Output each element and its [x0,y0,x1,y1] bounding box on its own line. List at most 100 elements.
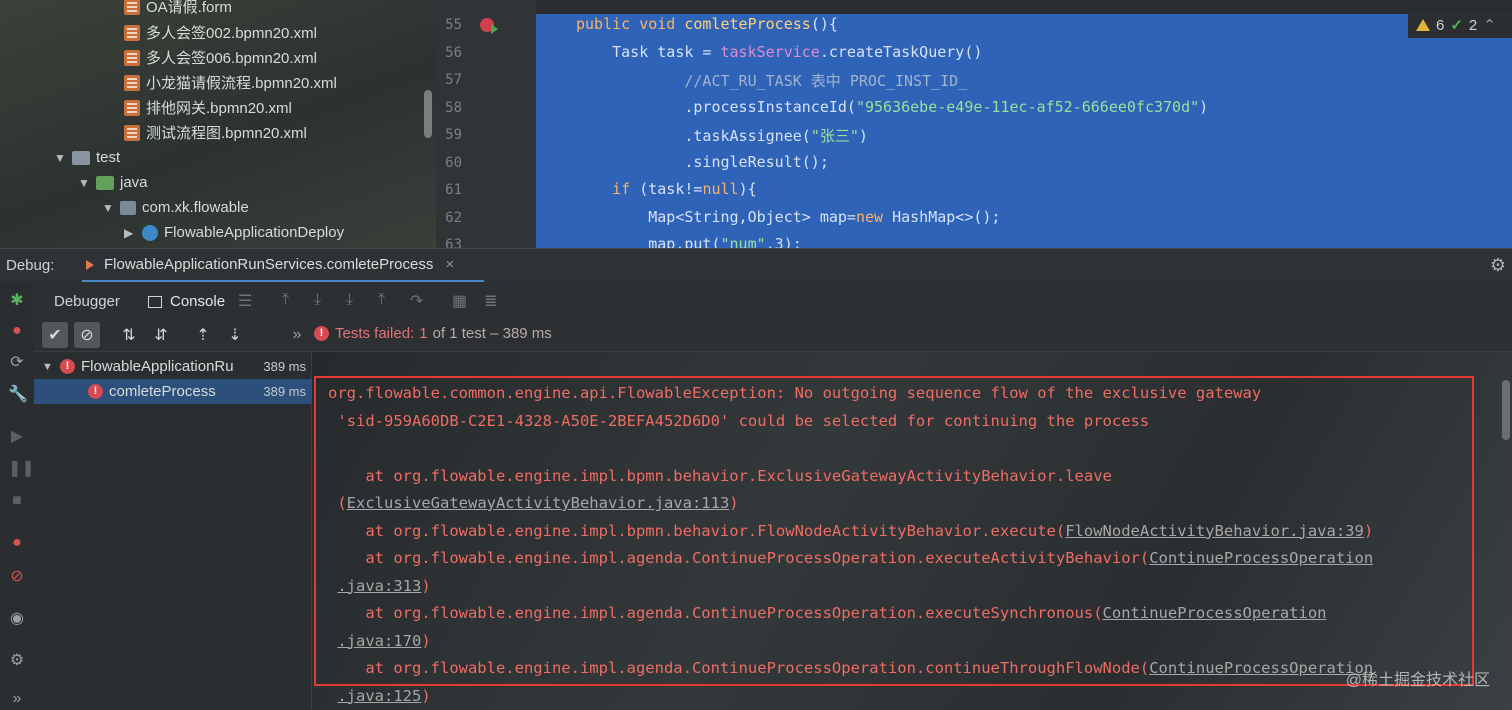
code-line[interactable]: Map<String,Object> map=new HashMap<>(); [576,208,1000,226]
tree-item-folder[interactable]: ▼ test [54,145,120,170]
tree-item-label: 多人会签006.bpmn20.xml [146,50,317,67]
gear-icon[interactable]: ⚙ [1490,255,1506,276]
test-runner-toolbar: ✔ ⊘ ⇅ ⇵ ⇡ ⇣ » ! Tests failed: 1 of 1 tes… [34,318,1512,352]
chevron-down-icon[interactable]: ▼ [102,201,114,215]
xml-file-icon [124,124,140,141]
run-to-cursor-icon[interactable]: ↷ [410,291,423,311]
test-results-tree: ▼ ! FlowableApplicationRu 389 ms ! comle… [34,352,312,710]
xml-file-icon [124,49,140,66]
watermark: @稀土掘金技术社区 [1345,672,1490,689]
xml-file-icon [124,74,140,91]
rerun-failed-icon[interactable]: ● [8,322,26,340]
code-line[interactable]: .taskAssignee("张三") [576,125,868,146]
tree-item-xml[interactable]: 多人会签002.bpmn20.xml [124,20,317,45]
test-suite-row[interactable]: ▼ ! FlowableApplicationRu 389 ms [34,354,312,379]
show-passed-button[interactable]: ✔ [42,322,68,348]
tree-item-xml[interactable]: 排他网关.bpmn20.xml [124,95,292,120]
code-line[interactable]: //ACT_RU_TASK 表中 PROC_INST_ID_ [576,70,967,91]
status-rest: of 1 test – 389 ms [432,325,552,342]
step-into-icon[interactable]: ⤓ [346,291,353,309]
code-line[interactable]: Task task = taskService.createTaskQuery(… [576,43,982,61]
evaluate-icon[interactable]: ▦ [452,291,467,311]
check-icon: ✓ [1450,17,1463,34]
console-output[interactable]: org.flowable.common.engine.api.FlowableE… [312,352,1512,710]
mute-breakpoints-icon[interactable]: ⊘ [8,568,26,586]
code-line[interactable]: public void comleteProcess(){ [576,15,838,33]
line-number: 62 [445,210,462,226]
tree-item-class[interactable]: ▶ FlowableApplicationDeploy [124,220,344,245]
sort-duration-button[interactable]: ⇵ [148,322,174,348]
menu-icon[interactable]: ☰ [238,291,252,311]
tree-item-xml[interactable]: 测试流程图.bpmn20.xml [124,120,307,145]
step-out-icon[interactable]: ⤒ [378,291,385,309]
xml-file-icon [124,99,140,116]
more-icon[interactable]: » [284,322,310,348]
test-duration: 389 ms [263,359,306,374]
inspection-widget[interactable]: 6 ✓ 2 ⌃ [1408,12,1512,38]
code-token: Map<String,Object> map= [576,208,856,226]
tab-console[interactable]: Console [148,293,225,310]
tree-item-package[interactable]: ▼ com.xk.flowable [102,195,249,220]
step-over-icon[interactable]: ⤓ [314,291,321,309]
tab-debugger[interactable]: Debugger [54,293,120,310]
console-icon [148,295,162,308]
code-token: "95636ebe-e49e-11ec-af52-666ee0fc370d" [855,98,1200,116]
stop-icon[interactable]: ■ [8,492,26,510]
code-line[interactable]: if (task!=null){ [576,180,757,198]
tree-item-xml[interactable]: 多人会签006.bpmn20.xml [124,45,317,70]
stacktrace-link[interactable]: .java:125 [337,687,421,705]
tree-item-form[interactable]: OA请假.form [124,0,232,19]
console-line: .java:125) [328,687,430,705]
code-token: "num" [720,235,766,248]
class-icon [142,224,158,241]
tree-item-xml[interactable]: 小龙猫请假流程.bpmn20.xml [124,70,337,95]
code-token: .processInstanceId( [576,98,856,116]
run-config-icon [86,259,94,270]
chevron-down-icon[interactable]: ▼ [42,361,54,373]
code-token: (){ [810,15,838,33]
view-breakpoints-icon[interactable]: ● [8,534,26,552]
tree-item-folder[interactable]: ▼ java [78,170,148,195]
resume-icon[interactable]: ▶ [8,428,26,446]
run-gutter-icon[interactable] [491,24,498,34]
rerun-icon[interactable]: ✱ [8,292,26,310]
chevron-down-icon[interactable]: ▼ [78,176,90,190]
chevron-right-icon[interactable]: ▶ [124,226,136,240]
expand-all-button[interactable]: ⇡ [190,322,216,348]
xml-file-icon [124,24,140,41]
more-icon[interactable]: » [8,690,26,708]
close-icon[interactable]: × [445,256,454,273]
code-token: (task!= [639,180,703,198]
editor-gutter: 55 56 57 58 59 60 61 62 63 [436,0,536,248]
code-line[interactable]: map.put("num",3); [576,235,802,248]
code-line[interactable]: .processInstanceId("95636ebe-e49e-11ec-a… [576,98,1208,116]
code-token: Task task = [576,43,721,61]
test-case-row[interactable]: ! comleteProcess 389 ms [34,379,312,404]
tree-item-label: com.xk.flowable [142,199,249,216]
error-icon: ! [60,359,75,374]
line-number: 55 [445,17,462,33]
pause-icon[interactable]: ❚❚ [8,460,35,478]
show-execution-point-icon[interactable]: ⤒ [282,291,289,309]
settings-icon[interactable]: ⚙ [8,652,26,670]
console-scrollbar[interactable] [1502,380,1510,440]
trace-icon[interactable]: ≣ [484,291,497,311]
tree-scrollbar[interactable] [424,90,432,138]
collapse-all-button[interactable]: ⇣ [222,322,248,348]
line-number: 63 [445,237,462,248]
code-editor[interactable]: 55 56 57 58 59 60 61 62 63 public void c… [436,0,1512,248]
wrench-icon[interactable]: 🔧 [8,386,28,404]
warning-icon [1416,19,1430,31]
ok-count: 2 [1468,16,1478,34]
chevron-down-icon[interactable]: ▼ [54,151,66,165]
sort-alpha-button[interactable]: ⇅ [116,322,142,348]
chevron-up-icon[interactable]: ⌃ [1483,16,1496,34]
restart-icon[interactable]: ⟳ [8,354,26,372]
debug-session-tab[interactable]: FlowableApplicationRunServices.comletePr… [82,249,484,283]
code-line[interactable]: .singleResult(); [576,153,829,171]
code-token: new [855,208,893,226]
camera-icon[interactable]: ◉ [8,610,26,628]
debug-session-title: FlowableApplicationRunServices.comletePr… [104,256,434,273]
show-ignored-button[interactable]: ⊘ [74,322,100,348]
